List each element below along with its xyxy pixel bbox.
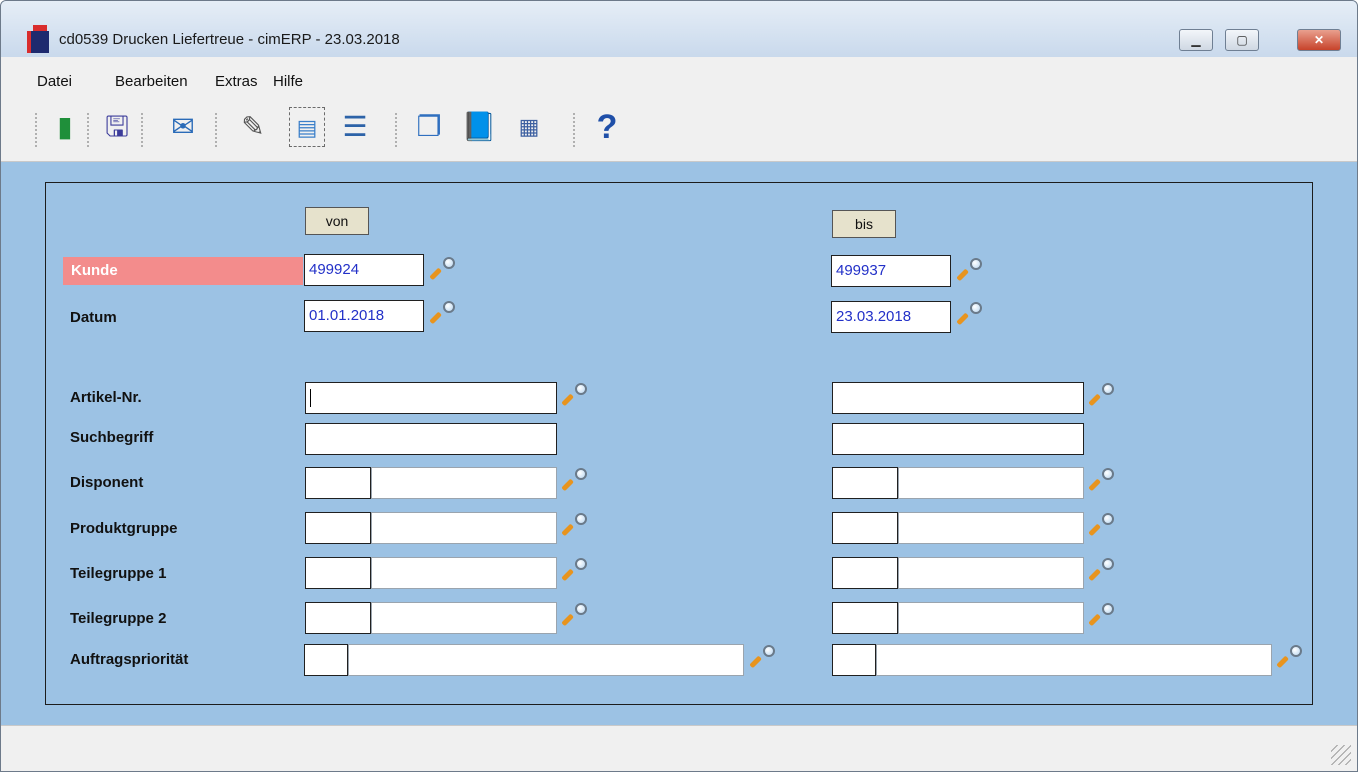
- auftragsprioritaet-bis-search-icon[interactable]: [1274, 643, 1304, 673]
- produktgruppe-von-code-input[interactable]: [305, 512, 371, 544]
- kunde-von-input[interactable]: 499924: [304, 254, 424, 286]
- suchbegriff-von-input[interactable]: [305, 423, 557, 455]
- menu-datei[interactable]: Datei: [37, 73, 72, 90]
- artikel-bis-search-icon[interactable]: [1086, 381, 1116, 411]
- new-record-icon[interactable]: ▤: [289, 107, 325, 147]
- auftragsprioritaet-bis-description: [876, 644, 1272, 676]
- edit-icon[interactable]: ✎: [235, 107, 271, 147]
- text-caret: [310, 389, 311, 408]
- teilegruppe2-bis-code-input[interactable]: [832, 602, 898, 634]
- toolbar-grip: [87, 113, 92, 147]
- artikel-von-search-icon[interactable]: [559, 381, 589, 411]
- calculator-icon[interactable]: ▦: [511, 107, 547, 147]
- window-title: cd0539 Drucken Liefertreue - cimERP - 23…: [59, 31, 400, 48]
- resize-grip-icon[interactable]: [1331, 745, 1351, 765]
- title-bar[interactable]: [1, 1, 1357, 57]
- menu-hilfe[interactable]: Hilfe: [273, 73, 303, 90]
- book-icon[interactable]: 📘: [461, 107, 497, 147]
- auftragsprioritaet-von-search-icon[interactable]: [747, 643, 777, 673]
- teilegruppe1-von-description: [371, 557, 557, 589]
- teilegruppe1-von-code-input[interactable]: [305, 557, 371, 589]
- teilegruppe2-bis-search-icon[interactable]: [1086, 601, 1116, 631]
- toolbar-grip: [35, 113, 40, 147]
- disponent-bis-code-input[interactable]: [832, 467, 898, 499]
- produktgruppe-von-description: [371, 512, 557, 544]
- produktgruppe-bis-code-input[interactable]: [832, 512, 898, 544]
- exit-door-icon[interactable]: ▮: [47, 107, 83, 147]
- transfer-list-icon[interactable]: ☰: [337, 107, 373, 147]
- menu-bar: [1, 57, 1357, 97]
- teilegruppe2-bis-description: [898, 602, 1084, 634]
- artikel-von-input[interactable]: [305, 382, 557, 414]
- teilegruppe1-bis-search-icon[interactable]: [1086, 556, 1116, 586]
- help-icon[interactable]: ?: [589, 107, 625, 147]
- toolbar-grip: [141, 113, 146, 147]
- minimize-button[interactable]: ▁: [1179, 29, 1213, 51]
- toolbar: [1, 97, 1357, 162]
- kunde-von-search-icon[interactable]: [427, 255, 457, 285]
- auftragsprioritaet-von-description: [348, 644, 744, 676]
- disponent-von-search-icon[interactable]: [559, 466, 589, 496]
- teilegruppe1-bis-code-input[interactable]: [832, 557, 898, 589]
- maximize-button[interactable]: ▢: [1225, 29, 1259, 51]
- teilegruppe2-von-search-icon[interactable]: [559, 601, 589, 631]
- disponent-bis-search-icon[interactable]: [1086, 466, 1116, 496]
- teilegruppe2-von-code-input[interactable]: [305, 602, 371, 634]
- teilegruppe1-bis-description: [898, 557, 1084, 589]
- menu-bearbeiten[interactable]: Bearbeiten: [115, 73, 188, 90]
- toolbar-grip: [215, 113, 220, 147]
- windows-icon[interactable]: ❐: [411, 107, 447, 147]
- kunde-bis-search-icon[interactable]: [954, 256, 984, 286]
- artikel-bis-input[interactable]: [832, 382, 1084, 414]
- produktgruppe-bis-search-icon[interactable]: [1086, 511, 1116, 541]
- suchbegriff-bis-input[interactable]: [832, 423, 1084, 455]
- von-header: von: [305, 207, 369, 235]
- kunde-bis-input[interactable]: 499937: [831, 255, 951, 287]
- auftragsprioritaet-bis-code-input[interactable]: [832, 644, 876, 676]
- disponent-bis-description: [898, 467, 1084, 499]
- bis-header: bis: [832, 210, 896, 238]
- teilegruppe1-von-search-icon[interactable]: [559, 556, 589, 586]
- close-button[interactable]: ✕: [1297, 29, 1341, 51]
- toolbar-grip: [395, 113, 400, 147]
- datum-bis-search-icon[interactable]: [954, 300, 984, 330]
- mail-icon[interactable]: ✉: [165, 107, 201, 147]
- save-icon[interactable]: 🖫: [99, 107, 135, 147]
- teilegruppe2-von-description: [371, 602, 557, 634]
- datum-label: Datum: [70, 309, 117, 326]
- status-bar: [1, 725, 1357, 771]
- disponent-label: Disponent: [70, 474, 144, 491]
- app-logo-icon: [27, 25, 49, 53]
- auftragsprioritaet-von-code-input[interactable]: [304, 644, 348, 676]
- app-window: cd0539 Drucken Liefertreue - cimERP - 23…: [0, 0, 1358, 772]
- produktgruppe-label: Produktgruppe: [70, 520, 178, 537]
- kunde-label: Kunde: [63, 257, 303, 285]
- produktgruppe-bis-description: [898, 512, 1084, 544]
- teilegruppe1-label: Teilegruppe 1: [70, 565, 167, 582]
- datum-von-input[interactable]: 01.01.2018: [304, 300, 424, 332]
- produktgruppe-von-search-icon[interactable]: [559, 511, 589, 541]
- disponent-von-description: [371, 467, 557, 499]
- menu-extras[interactable]: Extras: [215, 73, 258, 90]
- toolbar-grip: [573, 113, 578, 147]
- auftragsprioritaet-label: Auftragspriorität: [70, 651, 189, 668]
- artikel-nr-label: Artikel-Nr.: [70, 389, 142, 406]
- datum-bis-input[interactable]: 23.03.2018: [831, 301, 951, 333]
- suchbegriff-label: Suchbegriff: [70, 429, 154, 446]
- teilegruppe2-label: Teilegruppe 2: [70, 610, 167, 627]
- datum-von-search-icon[interactable]: [427, 299, 457, 329]
- disponent-von-code-input[interactable]: [305, 467, 371, 499]
